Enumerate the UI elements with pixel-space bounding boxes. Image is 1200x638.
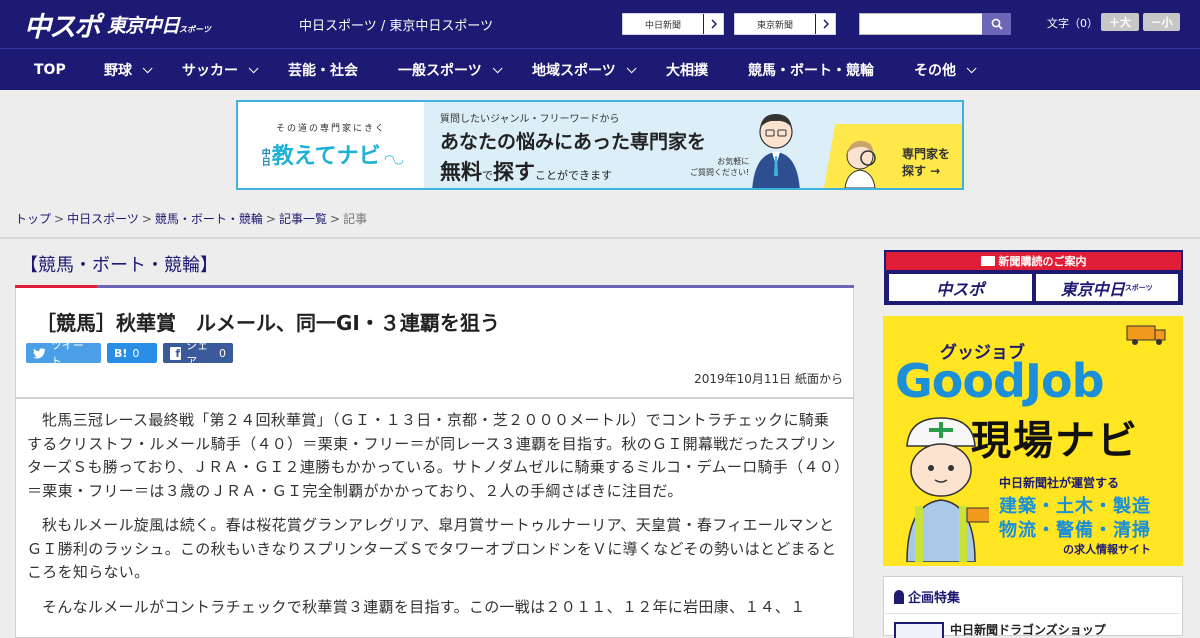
nav-item-baseball[interactable]: 野球 [104,49,153,91]
breadcrumb: トップ > 中日スポーツ > 競馬・ボート・競輪 > 記事一覧 > 記事 [15,212,368,226]
construction-worker-icon [906,417,989,562]
site-logo[interactable]: 中スポ 東京中日スポーツ [24,8,211,43]
facebook-share-button[interactable]: f シェア 0 [163,339,233,368]
twitter-icon [33,347,46,359]
goodjob-logo: GoodJob [895,354,1105,408]
font-larger-button[interactable]: ＋大 [1101,13,1139,31]
chunichi-shimbun-button[interactable]: 中日新聞 [622,13,724,35]
nav-item-entertainment[interactable]: 芸能・社会 [288,49,358,91]
magnifier-person-icon [844,140,876,188]
chevron-down-icon [966,62,977,73]
hatena-icon: B! [114,346,128,360]
ribbon-icon [894,589,904,604]
facebook-count: 0 [219,346,226,360]
logo-chuspo[interactable]: 中スポ [24,5,101,44]
facebook-icon: f [170,346,182,360]
oshiete-navi-banner[interactable]: その道の専門家にきく 中日教えてナビ ◠◡ 質問したいジャンル・フリーワードから… [236,100,964,190]
article-title: ［競馬］秋華賞 ルメール、同一GI・３連覇を狙う [36,311,500,335]
breadcrumb-link[interactable]: 記事一覧 [279,212,327,226]
breadcrumb-link[interactable]: トップ [15,212,51,226]
banner-cta[interactable]: 専門家を 探す → [902,146,950,180]
chevron-down-icon [248,62,259,73]
nav-item-racing[interactable]: 競馬・ボート・競輪 [748,49,874,91]
search-button[interactable] [982,13,1011,35]
goodjob-ad[interactable]: グッジョブ GoodJob 現場ナビ 中日新聞社が運営する 建築・土木・製造 物… [883,316,1183,566]
nav-item-other[interactable]: その他 [914,49,977,91]
logo-tokyo-chunichi[interactable]: 東京中日スポーツ [107,11,211,38]
divider [885,613,1181,614]
hatena-bookmark-button[interactable]: B! 0 [107,343,157,363]
top-header: 中スポ 東京中日スポーツ 中日スポーツ / 東京中日スポーツ 中日新聞 東京新聞… [0,0,1200,48]
feature-section: 企画特集 中日新聞ドラゴンズショップ [883,576,1183,638]
hatena-count: 0 [132,346,140,360]
chevron-right-icon [815,14,835,34]
subscribe-chuspo-link[interactable]: 中スポ [889,274,1032,301]
subscribe-heading: 新聞購読のご案内 [998,255,1087,268]
nav-item-sumo[interactable]: 大相撲 [666,49,708,91]
chevron-down-icon [626,62,637,73]
newspaper-icon [980,256,995,266]
truck-icon [1126,325,1166,345]
article-paragraph: 牝馬三冠レース最終戦「第２４回秋華賞」（ＧＩ・１３日・京都・芝２０００メートル）… [27,411,842,500]
breadcrumb-current: 記事 [343,212,368,226]
subscription-box: 新聞購読のご案内 中スポ 東京中日 スポーツ [884,250,1183,305]
expert-illustration-icon [752,114,800,188]
article-paragraph: 秋もルメール旋風は続く。春は桜花賞グランアレグリア、皐月賞サートゥルナーリア、天… [27,516,837,581]
subscribe-tokyo-chunichi-link[interactable]: 東京中日 スポーツ [1035,274,1178,301]
nav-item-local-sports[interactable]: 地域スポーツ [532,49,637,91]
main-nav: TOP 野球 サッカー 芸能・社会 一般スポーツ 地域スポーツ 大相撲 競馬・ボ… [0,48,1200,90]
share-buttons: ツイート B! 0 f シェア 0 [26,339,233,368]
search-input[interactable] [859,13,983,35]
divider [0,238,1200,239]
article-paragraph: そんなルメールがコントラチェックで秋華賞３連覇を目指す。この一戦は２０１１、１２… [42,597,806,616]
tweet-button[interactable]: ツイート [26,339,101,368]
font-smaller-button[interactable]: －小 [1143,13,1180,31]
chevron-right-icon [703,14,723,34]
nav-item-general-sports[interactable]: 一般スポーツ [398,49,503,91]
nav-item-soccer[interactable]: サッカー [182,49,259,91]
font-size-label: 文字（0） [1047,17,1098,30]
chevron-down-icon [142,62,153,73]
article-date: 2019年10月11日 紙面から [694,372,843,386]
site-links[interactable]: 中日スポーツ / 東京中日スポーツ [299,15,493,34]
tokyo-shimbun-button[interactable]: 東京新聞 [734,13,836,35]
breadcrumb-link[interactable]: 競馬・ボート・競輪 [155,212,263,226]
banner-brand: その道の専門家にきく 中日教えてナビ ◠◡ [238,102,424,188]
section-title: 【競馬・ボート・競輪】 [20,255,218,276]
speech-bubble-icon: ◠◡ [380,151,404,166]
nav-item-top[interactable]: TOP [34,49,66,91]
breadcrumb-link[interactable]: 中日スポーツ [67,212,139,226]
search-icon [991,18,1003,30]
feature-title: 企画特集 [908,591,961,606]
article-body: 牝馬三冠レース最終戦「第２４回秋華賞」（ＧＩ・１３日・京都・芝２０００メートル）… [15,398,854,638]
feature-thumbnail[interactable] [894,622,944,638]
chevron-down-icon [492,62,503,73]
article-header: ［競馬］秋華賞 ルメール、同一GI・３連覇を狙う ツイート B! 0 f シェア… [15,288,854,398]
section-header: 【競馬・ボート・競輪】 [15,248,854,288]
